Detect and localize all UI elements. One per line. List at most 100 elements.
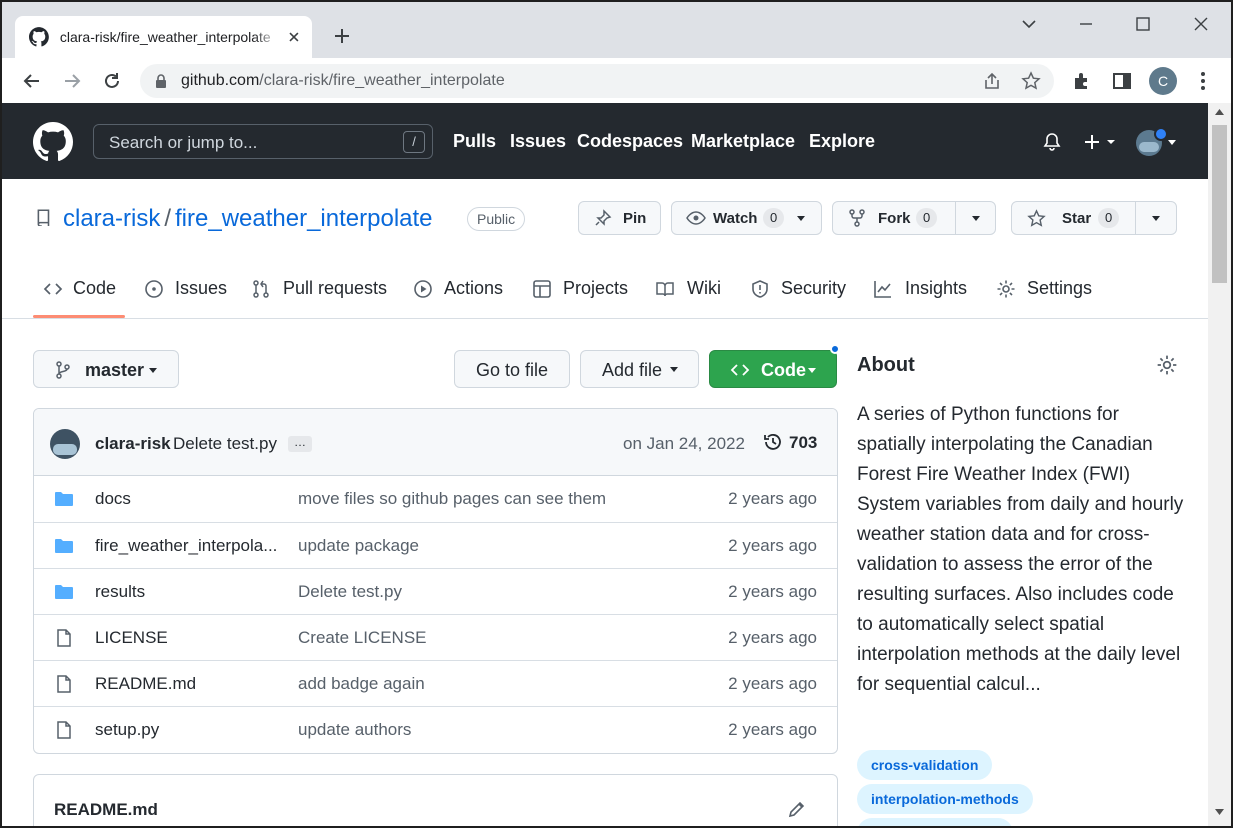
watch-caret-icon [797,216,805,221]
commit-expand-button[interactable]: … [288,436,312,452]
file-time: 2 years ago [728,720,817,739]
file-commit-message[interactable]: Create LICENSE [298,628,427,648]
pencil-icon[interactable] [787,799,807,819]
file-name[interactable]: docs [95,489,285,509]
fork-caret-icon[interactable] [971,215,981,223]
fork-button[interactable]: Fork 0 [832,201,996,235]
commit-count[interactable]: 703 [789,433,817,453]
repo-name-link[interactable]: fire_weather_interpolate [175,205,433,232]
file-name[interactable]: LICENSE [95,628,285,648]
tab-security[interactable]: Security [781,278,846,299]
file-icon [57,721,71,739]
create-new-icon[interactable] [1082,132,1118,152]
share-icon[interactable] [982,71,1002,91]
file-row[interactable]: README.md add badge again 2 years ago [34,660,837,706]
file-name[interactable]: README.md [95,674,285,694]
scroll-thumb[interactable] [1212,125,1227,283]
page-viewport: Search or jump to... / Pulls Issues Code… [2,103,1208,826]
branch-caret-icon [149,368,157,373]
history-icon[interactable] [763,432,783,452]
pin-label: Pin [623,210,647,227]
nav-codespaces[interactable]: Codespaces [577,131,683,152]
repo-icon [37,209,50,226]
commit-message[interactable]: Delete test.py [173,434,277,454]
star-caret-icon[interactable] [1151,215,1161,223]
bookmark-star-icon[interactable] [1021,71,1041,91]
github-logo-icon[interactable] [33,122,73,162]
pin-button[interactable]: Pin [578,201,661,235]
lock-icon[interactable] [153,73,169,89]
close-tab-icon[interactable] [286,29,302,45]
browser-menu-icon[interactable] [1192,70,1214,92]
tab-wiki[interactable]: Wiki [687,278,721,299]
nav-explore[interactable]: Explore [809,131,875,152]
file-commit-message[interactable]: Delete test.py [298,582,402,602]
file-commit-message[interactable]: move files so github pages can see them [298,489,606,509]
commit-author-avatar[interactable] [50,429,80,459]
nav-marketplace[interactable]: Marketplace [691,131,795,152]
repo-path-separator: / [164,205,172,232]
file-name[interactable]: fire_weather_interpola... [95,536,285,556]
avatar-caret-icon[interactable] [1166,139,1178,147]
browser-tab[interactable]: clara-risk/fire_weather_interpolate [15,16,312,58]
file-row[interactable]: fire_weather_interpola... update package… [34,522,837,568]
tab-code[interactable]: Code [73,278,116,299]
profile-avatar[interactable]: C [1149,67,1177,95]
code-button-indicator-dot [830,344,840,354]
reload-icon[interactable] [101,70,123,92]
extensions-icon[interactable] [1071,70,1093,92]
file-row[interactable]: docs move files so github pages can see … [34,476,837,522]
readme-panel: README.md [33,774,838,826]
watch-button[interactable]: Watch 0 [671,201,822,235]
gear-icon [997,280,1015,298]
bell-icon[interactable] [1042,132,1062,152]
file-name[interactable]: setup.py [95,720,285,740]
repo-breadcrumb: clara-risk / fire_weather_interpolate [63,205,433,233]
tab-insights[interactable]: Insights [905,278,967,299]
forward-icon[interactable] [61,70,83,92]
star-label: Star [1062,210,1092,227]
address-bar[interactable]: github.com/clara-risk/fire_weather_inter… [140,64,1054,98]
file-commit-message[interactable]: update package [298,536,419,556]
commit-date: on Jan 24, 2022 [623,434,745,453]
tab-projects[interactable]: Projects [563,278,628,299]
side-panel-icon[interactable] [1111,70,1133,92]
scroll-up-icon[interactable] [1215,109,1224,115]
close-window-icon[interactable] [1191,14,1211,34]
repo-owner-link[interactable]: clara-risk [63,205,160,232]
topic-tag[interactable]: cross-validation [857,750,993,780]
minimize-icon[interactable] [1076,14,1096,34]
back-icon[interactable] [21,70,43,92]
tab-actions[interactable]: Actions [444,278,503,299]
file-row[interactable]: LICENSE Create LICENSE 2 years ago [34,614,837,660]
tab-issues[interactable]: Issues [175,278,227,299]
file-commit-message[interactable]: update authors [298,720,411,740]
nav-issues[interactable]: Issues [510,131,566,152]
add-file-button[interactable]: Add file [580,350,699,388]
maximize-icon[interactable] [1133,14,1153,34]
file-icon [57,675,71,693]
topic-tag-partial[interactable] [857,818,1013,826]
page-scrollbar[interactable] [1208,103,1231,826]
file-commit-message[interactable]: add badge again [298,674,425,694]
about-settings-gear-icon[interactable] [1156,354,1178,376]
commit-author[interactable]: clara-risk [95,434,171,454]
go-to-file-button[interactable]: Go to file [454,350,570,388]
nav-pulls[interactable]: Pulls [453,131,496,152]
code-button[interactable]: Code [709,350,837,388]
file-row[interactable]: results Delete test.py 2 years ago [34,568,837,614]
tab-search-chevron-icon[interactable] [1019,14,1039,34]
pull-request-icon [253,280,269,298]
star-button[interactable]: Star 0 [1011,201,1177,235]
file-time: 2 years ago [728,628,817,647]
topic-tag[interactable]: interpolation-methods [857,784,1033,814]
scroll-down-icon[interactable] [1215,809,1224,815]
tab-pull-requests[interactable]: Pull requests [283,278,387,299]
branch-select[interactable]: master [33,350,179,388]
github-search-input[interactable]: Search or jump to... / [93,124,433,159]
folder-icon [55,539,73,553]
tab-settings[interactable]: Settings [1027,278,1092,299]
new-tab-icon[interactable] [331,25,353,47]
file-name[interactable]: results [95,582,285,602]
file-row[interactable]: setup.py update authors 2 years ago [34,706,837,752]
